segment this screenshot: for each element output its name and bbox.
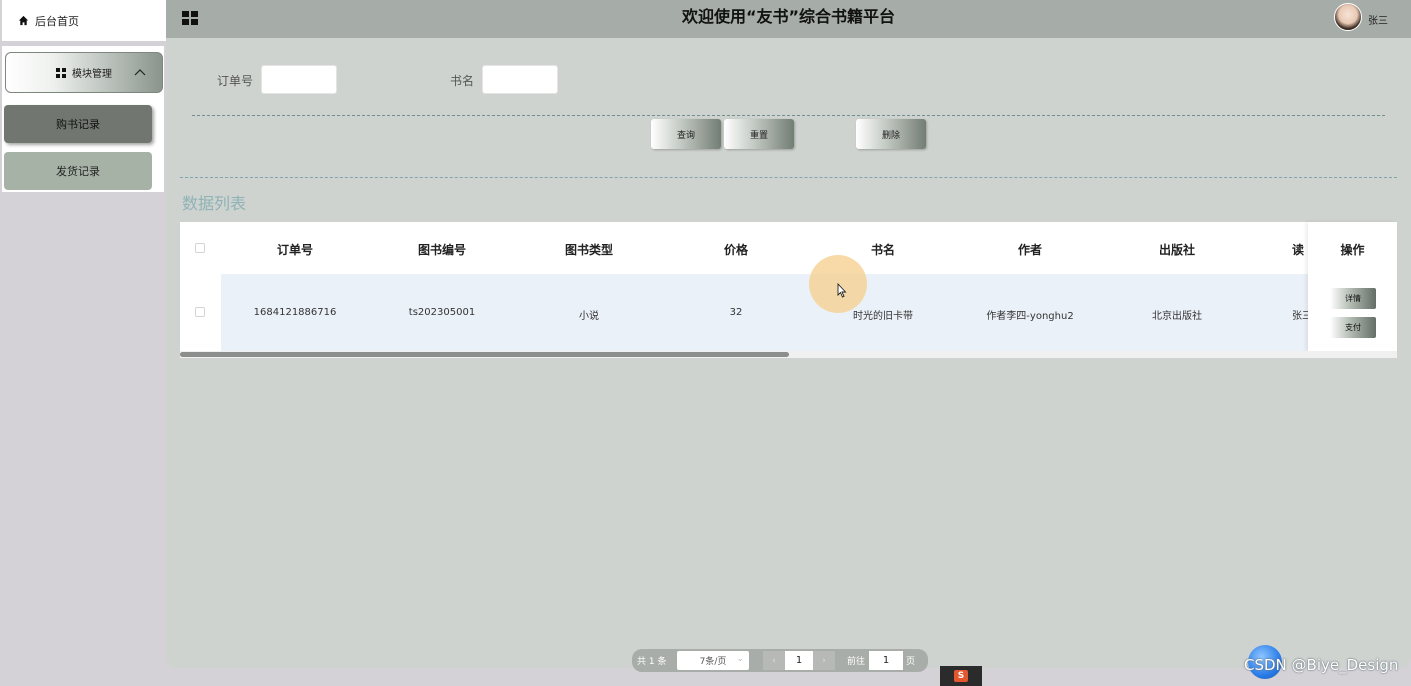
section-title: 数据列表 — [182, 194, 247, 213]
table-cell: 1684121886716 — [253, 307, 337, 318]
page-title: 欢迎使用“友书”综合书籍平台 — [681, 7, 896, 26]
table-cell: ts202305001 — [408, 307, 476, 318]
column-header[interactable]: 图书类型 — [529, 241, 649, 258]
home-link[interactable]: 后台首页 — [2, 0, 166, 41]
column-header[interactable]: 价格 — [676, 241, 796, 258]
table-cell: 北京出版社 — [1152, 311, 1202, 322]
data-table: 订单号 图书编号 图书类型 价格 书名 作者 出版社 读 16841218867… — [180, 222, 1397, 358]
table-cell: 小说 — [579, 311, 599, 322]
module-label: 模块管理 — [72, 69, 112, 80]
page-size-select[interactable]: 7条/页 ⌄ — [677, 651, 749, 670]
prev-page-button[interactable]: ‹ — [763, 651, 785, 670]
watermark: CSDN @Biye_Design — [1244, 656, 1399, 674]
username[interactable]: 张三 — [1368, 12, 1388, 27]
pagination: 共 1 条 7条/页 ⌄ ‹ 1 › 前往 1 页 — [632, 649, 928, 672]
top-header: 欢迎使用“友书”综合书籍平台 张三 — [166, 0, 1411, 38]
chevron-up-icon — [134, 69, 146, 76]
order-number-label: 订单号 — [217, 74, 254, 88]
avatar[interactable] — [1334, 3, 1362, 31]
scrollbar-thumb[interactable] — [180, 352, 789, 357]
sidebar-item-shipping-records[interactable]: 发货记录 — [4, 152, 152, 190]
mouse-pointer-icon — [837, 283, 847, 298]
column-header[interactable]: 出版社 — [1117, 241, 1237, 258]
main-panel: 订单号 书名 查询 重置 删除 数据列表 订单号 图书编号 图书类型 价格 书名… — [166, 38, 1411, 668]
select-all-checkbox[interactable] — [195, 243, 205, 253]
table-row[interactable]: 1684121886716 ts202305001 小说 32 时光的旧卡带 作… — [180, 274, 1397, 352]
book-name-input[interactable] — [482, 65, 558, 94]
current-page[interactable]: 1 — [785, 651, 813, 670]
order-number-input[interactable] — [261, 65, 337, 94]
divider — [180, 177, 1397, 178]
horizontal-scrollbar[interactable] — [180, 351, 1397, 358]
module-management-toggle[interactable]: 模块管理 — [5, 52, 163, 93]
pay-button[interactable]: 支付 — [1330, 317, 1376, 338]
table-header: 订单号 图书编号 图书类型 价格 书名 作者 出版社 读 — [180, 222, 1397, 274]
row-checkbox[interactable] — [195, 307, 205, 317]
sogou-icon: S — [954, 670, 968, 682]
divider — [192, 115, 1385, 116]
sidebar-item-label: 购书记录 — [56, 118, 100, 131]
table-cell: 作者李四-yonghu2 — [986, 311, 1074, 322]
grid-icon — [56, 67, 66, 78]
column-header[interactable]: 订单号 — [235, 241, 355, 258]
table-cell: 32 — [729, 307, 743, 318]
sidebar-item-label: 发货记录 — [56, 165, 100, 178]
module-menu: 模块管理 购书记录 发货记录 — [2, 46, 164, 192]
home-icon — [18, 15, 29, 26]
ime-icon[interactable]: S — [940, 666, 982, 686]
book-name-label: 书名 — [450, 74, 475, 88]
goto-page-input[interactable]: 1 — [869, 651, 904, 670]
total-count: 共 1 条 — [637, 657, 667, 667]
next-page-button[interactable]: › — [813, 651, 835, 670]
delete-button[interactable]: 删除 — [856, 119, 926, 149]
sidebar: 后台首页 模块管理 购书记录 发货记录 — [0, 0, 166, 686]
detail-button[interactable]: 详情 — [1330, 288, 1376, 309]
column-header: 操作 — [1340, 243, 1365, 257]
page-size-value: 7条/页 — [699, 657, 727, 667]
page-suffix: 页 — [906, 657, 916, 667]
goto-label: 前往 — [847, 657, 866, 667]
sidebar-item-purchase-records[interactable]: 购书记录 — [4, 105, 152, 143]
reset-button[interactable]: 重置 — [724, 119, 794, 149]
home-label: 后台首页 — [35, 14, 79, 28]
operation-column: 操作 详情 支付 — [1308, 222, 1397, 352]
query-button[interactable]: 查询 — [651, 119, 721, 149]
column-header[interactable]: 图书编号 — [382, 241, 502, 258]
chevron-down-icon: ⌄ — [736, 654, 744, 664]
column-header[interactable]: 作者 — [970, 241, 1090, 258]
